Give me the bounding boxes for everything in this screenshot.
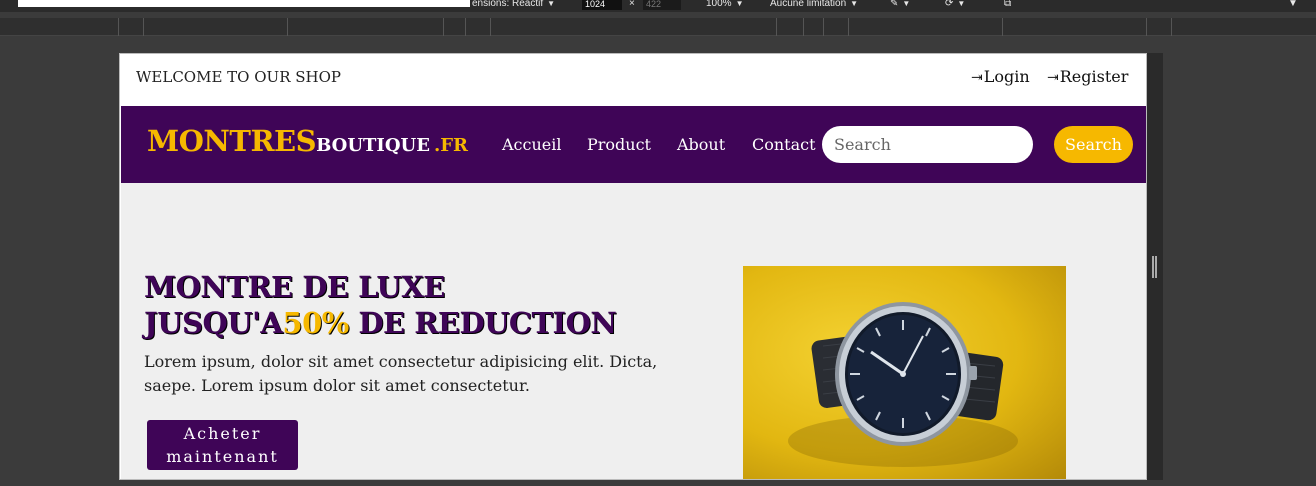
login-label: Login — [983, 67, 1030, 86]
page-viewport: WELCOME TO OUR SHOP ⇥Login ⇥Register MON… — [119, 53, 1147, 480]
register-label: Register — [1059, 67, 1129, 86]
throttle-label: Aucune limitation — [770, 0, 847, 9]
chevron-down-icon: ▼ — [850, 0, 859, 8]
logo-domain: .FR — [433, 135, 468, 156]
login-link[interactable]: ⇥Login — [971, 67, 1030, 86]
hero-title: MONTRE DE LUXE JUSQU'A50% DE REDUCTION — [144, 269, 617, 341]
resize-grip-icon[interactable] — [1152, 256, 1157, 278]
register-icon: ⇥ — [1047, 70, 1059, 86]
address-field[interactable] — [18, 0, 470, 7]
nav-link-about[interactable]: About — [677, 135, 725, 154]
login-icon: ⇥ — [971, 70, 983, 86]
buy-now-button[interactable]: Acheter maintenant — [147, 420, 298, 470]
hero-description: Lorem ipsum, dolor sit amet consectetur … — [144, 352, 658, 395]
more-options-icon[interactable]: ▼ — [1288, 0, 1298, 10]
times-sign: × — [629, 0, 635, 9]
top-bar: WELCOME TO OUR SHOP ⇥Login ⇥Register — [120, 54, 1146, 105]
nav-link-contact[interactable]: Contact — [752, 135, 816, 154]
logo-main: MONTRES — [147, 124, 317, 158]
touch-icon[interactable]: ✎ ▼ — [890, 0, 910, 10]
register-link[interactable]: ⇥Register — [1047, 67, 1128, 86]
zoom-label: 100% — [706, 0, 732, 9]
welcome-text: WELCOME TO OUR SHOP — [136, 68, 341, 86]
hero-title-line2: JUSQU'A50% DE REDUCTION — [144, 306, 617, 340]
rotate-icon[interactable]: ⟳ ▼ — [945, 0, 965, 10]
screenshot-icon[interactable]: ⧉ — [1004, 0, 1011, 10]
zoom-dropdown[interactable]: 100% ▼ — [706, 0, 744, 10]
main-navbar: MONTRESBOUTIQUE .FR Accueil Product About… — [121, 106, 1146, 183]
chevron-down-icon: ▼ — [735, 0, 744, 8]
hero-section: MONTRE DE LUXE JUSQU'A50% DE REDUCTION L… — [121, 183, 1146, 479]
dimensions-dropdown[interactable]: ensions: Réactif ▼ — [472, 0, 555, 10]
discount-highlight: 50% — [282, 306, 349, 340]
dimensions-label: ensions: Réactif — [472, 0, 544, 9]
watch-image — [743, 266, 1066, 479]
chevron-down-icon: ▼ — [547, 0, 556, 8]
width-input[interactable]: 1024 — [582, 0, 622, 10]
media-query-ruler — [0, 18, 1316, 36]
site-logo[interactable]: MONTRESBOUTIQUE .FR — [147, 124, 468, 158]
nav-link-product[interactable]: Product — [587, 135, 651, 154]
height-input[interactable]: 422 — [643, 0, 681, 10]
devtools-toolbar: ensions: Réactif ▼ 1024 × 422 100% ▼ Aucun… — [0, 0, 1316, 12]
nav-link-accueil[interactable]: Accueil — [502, 135, 561, 154]
search-button[interactable]: Search — [1054, 126, 1133, 163]
search-input[interactable] — [822, 126, 1033, 163]
hero-title-line1: MONTRE DE LUXE — [144, 270, 445, 304]
logo-sub: BOUTIQUE — [316, 135, 430, 156]
throttle-dropdown[interactable]: Aucune limitation ▼ — [770, 0, 858, 10]
